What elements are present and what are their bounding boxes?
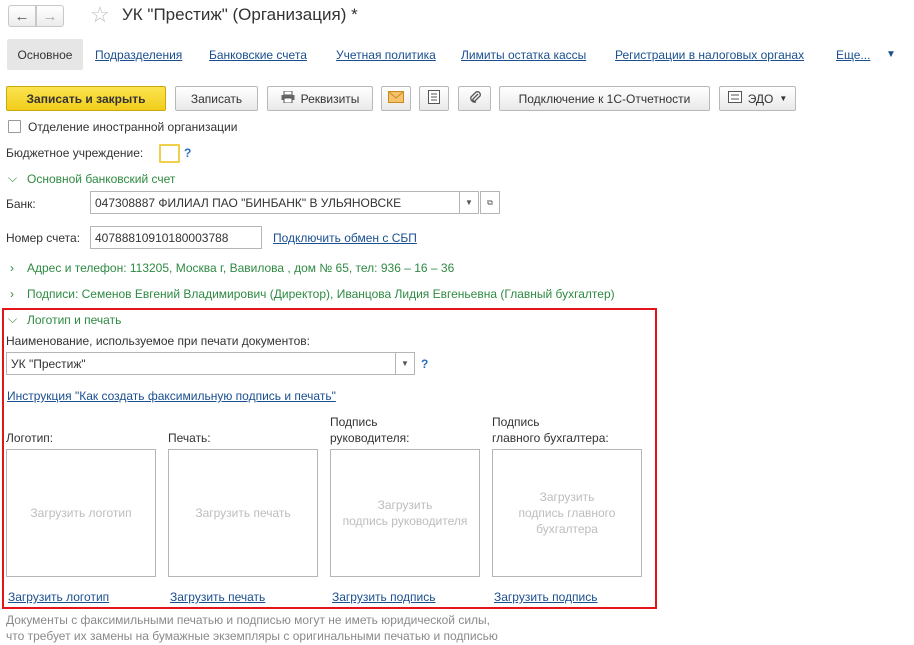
accountant-signature-label-1: Подпись	[492, 415, 540, 429]
tab-more[interactable]: Еще...	[836, 48, 870, 62]
report-button[interactable]	[419, 86, 449, 111]
chevron-down-icon: ▼	[465, 198, 473, 207]
head-signature-image-box[interactable]: Загрузить подпись руководителя	[330, 449, 480, 577]
tab-tax-registrations[interactable]: Регистрации в налоговых органах	[615, 48, 804, 62]
help-icon[interactable]: ?	[184, 146, 191, 160]
head-placeholder-line2: подпись руководителя	[342, 514, 468, 528]
acc-placeholder-line3: бухгалтера	[536, 522, 598, 536]
logo-section-header[interactable]: Логотип и печать	[27, 313, 121, 327]
head-signature-label-2: руководителя:	[330, 431, 410, 445]
upload-accountant-signature-link[interactable]: Загрузить подпись	[494, 590, 598, 604]
chevron-down-icon[interactable]: ⌵	[8, 171, 17, 186]
edo-menu-button[interactable]: ЭДО ▼	[719, 86, 796, 111]
save-button[interactable]: Записать	[175, 86, 258, 111]
print-name-field[interactable]: УК "Престиж"	[6, 352, 396, 375]
budget-checkbox[interactable]	[159, 144, 180, 163]
logo-label: Логотип:	[6, 431, 54, 445]
head-placeholder-line1: Загрузить	[377, 498, 433, 512]
stamp-placeholder: Загрузить печать	[195, 506, 291, 520]
upload-logo-link[interactable]: Загрузить логотип	[8, 590, 109, 604]
arrow-right-icon: →	[42, 7, 58, 25]
signatures-section-header[interactable]: Подписи: Семенов Евгений Владимирович (Д…	[27, 287, 615, 301]
acc-placeholder-line1: Загрузить	[539, 490, 595, 504]
arrow-left-icon: ←	[14, 7, 30, 25]
favorite-star-icon[interactable]: ☆	[90, 2, 110, 28]
tab-subdivisions[interactable]: Подразделения	[95, 48, 182, 62]
back-button[interactable]: ←	[8, 5, 36, 27]
logo-placeholder: Загрузить логотип	[30, 506, 132, 520]
edo-icon	[727, 91, 742, 106]
bank-open-button[interactable]: ⧉	[480, 191, 500, 214]
bank-label: Банк:	[6, 197, 36, 211]
tab-accounting-policy[interactable]: Учетная политика	[336, 48, 436, 62]
paperclip-icon	[468, 90, 482, 107]
tab-bank-accounts[interactable]: Банковские счета	[209, 48, 307, 62]
facsimile-note-line2: что требует их замены на бумажные экземп…	[6, 629, 498, 643]
account-field[interactable]: 40788810910180003788	[90, 226, 262, 249]
chevron-right-icon[interactable]: ›	[10, 287, 14, 301]
save-and-close-button[interactable]: Записать и закрыть	[6, 86, 166, 111]
open-window-icon: ⧉	[487, 197, 493, 207]
chevron-down-icon: ▼	[401, 359, 409, 368]
address-section-header[interactable]: Адрес и телефон: 113205, Москва г, Вавил…	[27, 261, 454, 275]
upload-stamp-link[interactable]: Загрузить печать	[170, 590, 265, 604]
accountant-signature-label-2: главного бухгалтера:	[492, 431, 609, 445]
connect-1c-reporting-button[interactable]: Подключение к 1С-Отчетности	[499, 86, 710, 111]
requisites-label: Реквизиты	[300, 91, 360, 106]
document-list-icon	[428, 90, 440, 107]
bank-dropdown-button[interactable]: ▼	[459, 191, 479, 214]
bank-field[interactable]: 047308887 ФИЛИАЛ ПАО "БИНБАНК" В УЛЬЯНОВ…	[90, 191, 460, 214]
chevron-right-icon[interactable]: ›	[10, 261, 14, 275]
tab-main[interactable]: Основное	[7, 39, 83, 70]
stamp-label: Печать:	[168, 431, 211, 445]
forward-button[interactable]: →	[36, 5, 64, 27]
instruction-link[interactable]: Инструкция "Как создать факсимильную под…	[7, 389, 336, 403]
edo-label: ЭДО	[747, 91, 774, 106]
printer-icon	[281, 90, 295, 106]
print-name-label: Наименование, используемое при печати до…	[6, 334, 310, 348]
chevron-down-icon[interactable]: ⌵	[8, 312, 17, 327]
head-signature-label-1: Подпись	[330, 415, 378, 429]
account-label: Номер счета:	[6, 231, 81, 245]
help-icon[interactable]: ?	[421, 357, 428, 371]
acc-placeholder-line2: подпись главного	[518, 506, 616, 520]
budget-label: Бюджетное учреждение:	[6, 146, 144, 160]
sbp-link[interactable]: Подключить обмен с СБП	[273, 231, 417, 245]
envelope-icon	[388, 91, 404, 106]
chevron-down-icon[interactable]: ▼	[886, 49, 896, 60]
foreign-branch-checkbox[interactable]	[8, 120, 21, 133]
tab-cash-limits[interactable]: Лимиты остатка кассы	[461, 48, 586, 62]
print-name-dropdown-button[interactable]: ▼	[395, 352, 415, 375]
foreign-branch-label: Отделение иностранной организации	[28, 120, 238, 134]
chevron-down-icon: ▼	[779, 94, 788, 103]
attach-button[interactable]	[458, 86, 491, 111]
accountant-signature-image-box[interactable]: Загрузить подпись главного бухгалтера	[492, 449, 642, 577]
facsimile-note-line1: Документы с факсимильными печатью и подп…	[6, 613, 491, 627]
upload-head-signature-link[interactable]: Загрузить подпись	[332, 590, 436, 604]
bank-section-header[interactable]: Основной банковский счет	[27, 172, 175, 186]
stamp-image-box[interactable]: Загрузить печать	[168, 449, 318, 577]
window-title: УК "Престиж" (Организация) *	[122, 5, 358, 24]
requisites-button[interactable]: Реквизиты	[267, 86, 373, 111]
email-button[interactable]	[381, 86, 411, 111]
logo-image-box[interactable]: Загрузить логотип	[6, 449, 156, 577]
